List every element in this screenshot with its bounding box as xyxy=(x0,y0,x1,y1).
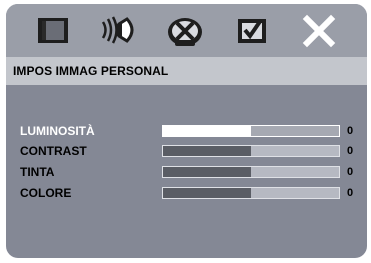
preferences-check-icon[interactable] xyxy=(231,10,275,50)
menu-header: IMPOS IMMAG PERSONAL xyxy=(6,57,367,85)
setting-label: CONTRAST xyxy=(20,144,87,158)
setting-value: 0 xyxy=(347,166,354,178)
level-slider[interactable] xyxy=(162,166,340,178)
slider-fill xyxy=(163,188,251,198)
setting-value: 0 xyxy=(347,145,354,157)
setting-row-contrast[interactable]: CONTRAST 0 xyxy=(6,144,367,162)
disc-icon[interactable] xyxy=(163,10,207,50)
level-slider[interactable] xyxy=(162,125,340,137)
level-slider[interactable] xyxy=(162,187,340,199)
level-slider[interactable] xyxy=(162,145,340,157)
tv-screen-icon[interactable] xyxy=(32,10,76,50)
slider-fill xyxy=(163,146,251,156)
setting-label: COLORE xyxy=(20,186,72,200)
slider-fill xyxy=(163,126,251,136)
setting-row-tinta[interactable]: TINTA 0 xyxy=(6,165,367,183)
setting-value: 0 xyxy=(347,187,354,199)
page-title: IMPOS IMMAG PERSONAL xyxy=(13,64,169,78)
setting-label: LUMINOSITÀ xyxy=(20,124,95,138)
setting-label: TINTA xyxy=(20,165,55,179)
slider-fill xyxy=(163,167,251,177)
close-icon[interactable] xyxy=(297,10,341,50)
menu-icon-bar xyxy=(6,4,367,57)
setting-row-colore[interactable]: COLORE 0 xyxy=(6,186,367,204)
setting-row-luminosita[interactable]: LUMINOSITÀ 0 xyxy=(6,124,367,142)
speaker-icon[interactable] xyxy=(99,10,143,50)
osd-menu: IMPOS IMMAG PERSONAL LUMINOSITÀ 0 CONTRA… xyxy=(6,4,367,258)
setting-value: 0 xyxy=(347,125,354,137)
